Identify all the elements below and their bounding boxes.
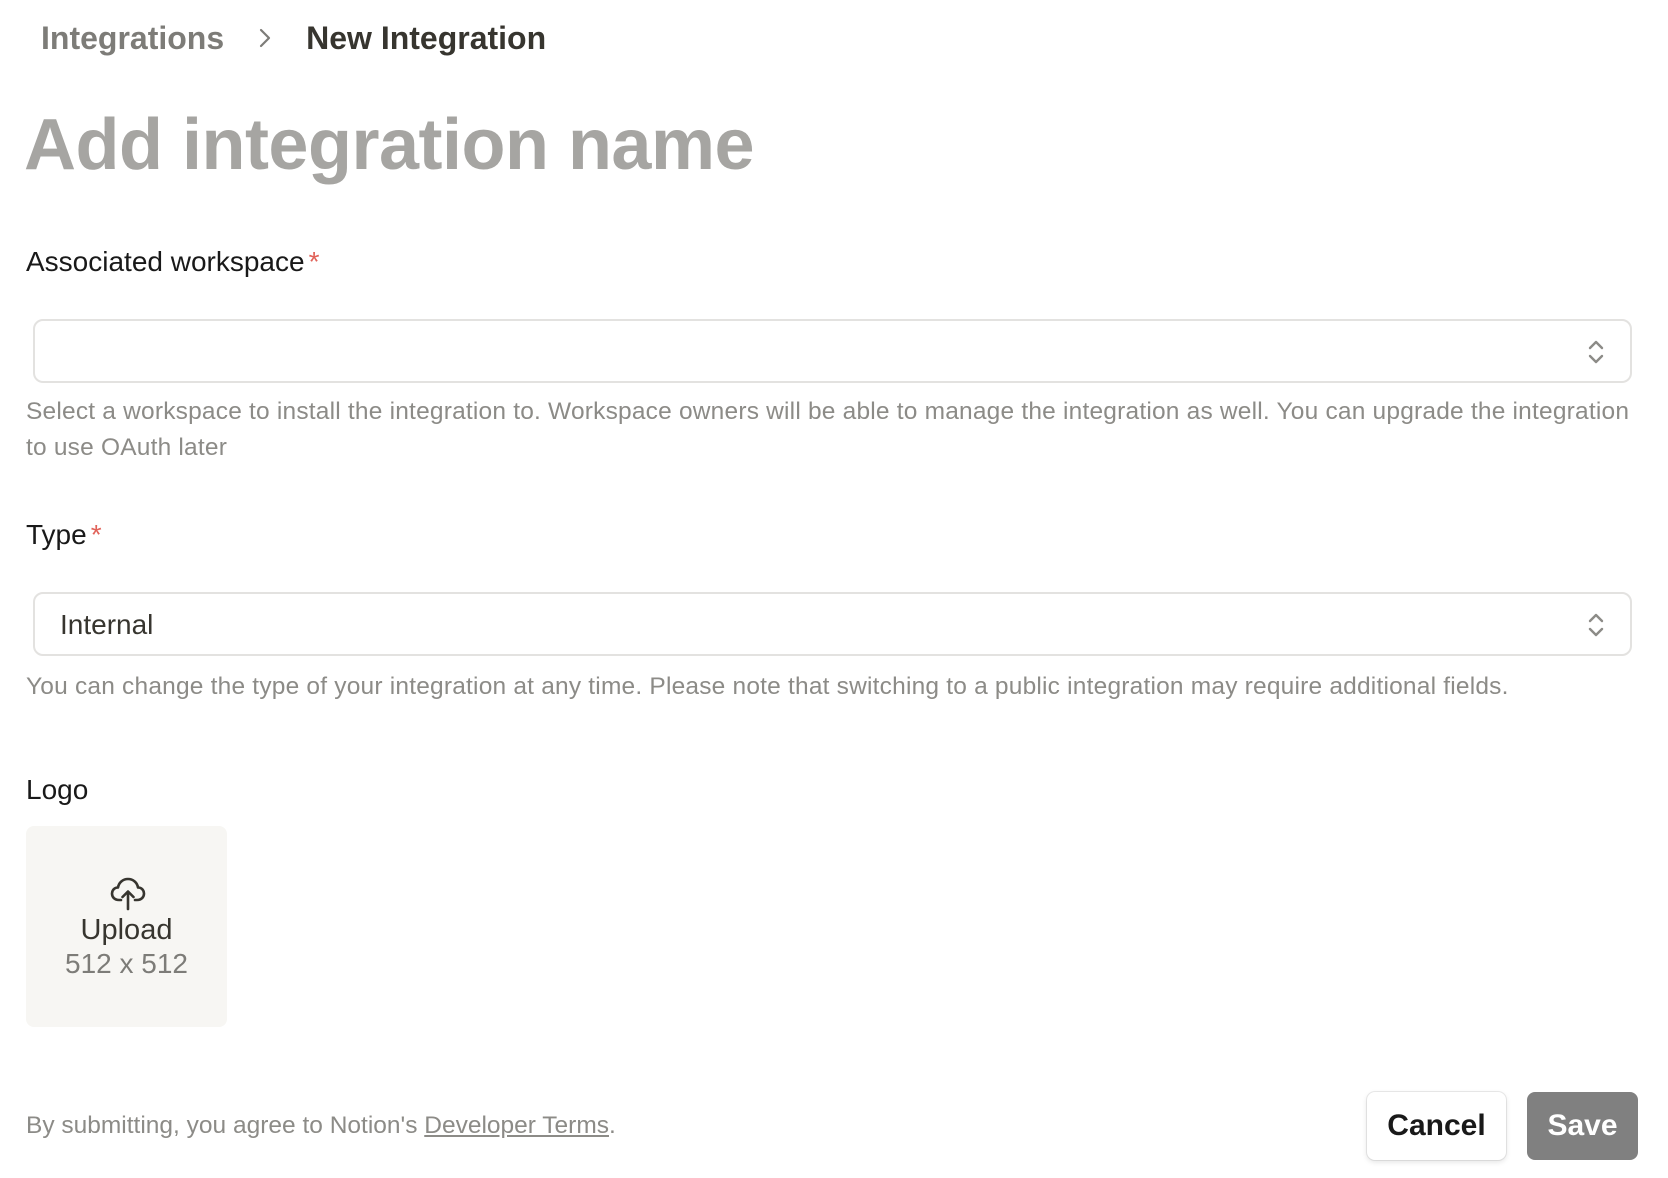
terms-note-prefix: By submitting, you agree to Notion's: [26, 1112, 425, 1139]
required-asterisk: *: [308, 246, 320, 277]
terms-note-suffix: .: [608, 1112, 616, 1139]
type-select-value: Internal: [60, 609, 154, 640]
workspace-label-text: Associated workspace: [26, 246, 305, 277]
type-helper-text: You can change the type of your integrat…: [26, 673, 1509, 700]
workspace-select[interactable]: [33, 319, 1632, 383]
workspace-field-label: Associated workspace *: [26, 244, 319, 280]
cloud-upload-icon: [109, 874, 147, 912]
type-select[interactable]: Internal: [33, 592, 1632, 656]
chevron-right-icon: [250, 23, 280, 53]
breadcrumb-current: New Integration: [306, 19, 547, 56]
type-field-label: Type *: [26, 517, 102, 553]
required-asterisk: *: [90, 519, 102, 550]
upload-size-hint: 512 x 512: [65, 948, 188, 979]
type-label-text: Type: [26, 519, 87, 550]
logo-upload-button[interactable]: Upload 512 x 512: [26, 826, 227, 1027]
terms-note: By submitting, you agree to Notion's Dev…: [26, 1108, 616, 1144]
logo-field-label: Logo: [26, 774, 89, 805]
new-integration-page: Integrations New Integration Add integra…: [0, 0, 1668, 1178]
chevron-up-down-icon: [1582, 337, 1610, 367]
breadcrumb: Integrations New Integration: [41, 14, 546, 62]
workspace-helper-text: Select a workspace to install the integr…: [26, 398, 1630, 461]
cancel-button[interactable]: Cancel: [1367, 1092, 1506, 1160]
developer-terms-link[interactable]: Developer Terms: [424, 1112, 609, 1139]
chevron-up-down-icon: [1582, 610, 1610, 640]
breadcrumb-integrations-link[interactable]: Integrations: [41, 20, 224, 57]
save-button[interactable]: Save: [1527, 1092, 1638, 1160]
integration-name-input[interactable]: Add integration name: [24, 100, 755, 190]
